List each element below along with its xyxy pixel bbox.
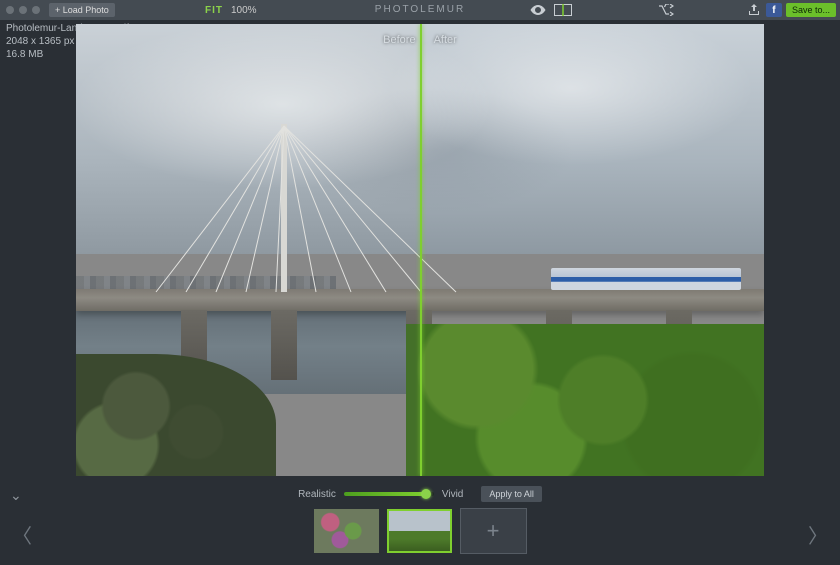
after-label: After bbox=[434, 34, 457, 46]
realistic-label: Realistic bbox=[298, 489, 336, 500]
zoom-fit-button[interactable]: FIT bbox=[205, 5, 223, 16]
load-photo-button[interactable]: + Load Photo bbox=[49, 3, 115, 17]
traffic-light-minimize[interactable] bbox=[19, 6, 27, 14]
train bbox=[551, 268, 741, 290]
top-toolbar: + Load Photo FIT 100% PHOTOLEMUR f Save … bbox=[0, 0, 840, 20]
style-slider-knob[interactable] bbox=[421, 489, 431, 499]
app-title: PHOTOLEMUR bbox=[375, 0, 465, 20]
preview-canvas[interactable]: Before After bbox=[76, 24, 764, 476]
prev-photo-arrow-icon[interactable]: 〈 bbox=[12, 520, 32, 549]
vivid-label: Vivid bbox=[442, 489, 464, 500]
thumbnail-item-selected[interactable] bbox=[387, 509, 452, 553]
save-to-button[interactable]: Save to... bbox=[786, 3, 836, 17]
add-photo-button[interactable]: + bbox=[460, 508, 527, 554]
style-slider-fill bbox=[344, 492, 426, 496]
facebook-share-button[interactable]: f bbox=[766, 3, 782, 17]
apply-to-all-button[interactable]: Apply to All bbox=[481, 486, 542, 502]
thumbnail-item[interactable] bbox=[314, 509, 379, 553]
traffic-light-zoom[interactable] bbox=[32, 6, 40, 14]
foliage-right bbox=[406, 324, 764, 476]
before-label: Before bbox=[383, 34, 415, 46]
zoom-controls: FIT 100% bbox=[205, 0, 257, 20]
before-after-labels: Before After bbox=[383, 34, 457, 46]
next-photo-arrow-icon[interactable]: 〉 bbox=[808, 520, 828, 549]
compare-split-icon[interactable] bbox=[554, 4, 572, 16]
share-icon[interactable] bbox=[746, 3, 762, 17]
style-slider[interactable] bbox=[344, 492, 434, 496]
thumbnail-strip: + bbox=[0, 506, 840, 556]
shuffle-icon[interactable] bbox=[658, 0, 674, 20]
preview-eye-icon[interactable] bbox=[530, 4, 546, 16]
zoom-percent-button[interactable]: 100% bbox=[231, 5, 257, 16]
style-slider-row: Realistic Vivid Apply to All bbox=[0, 485, 840, 503]
compare-divider-handle[interactable] bbox=[420, 24, 422, 476]
traffic-light-close[interactable] bbox=[6, 6, 14, 14]
